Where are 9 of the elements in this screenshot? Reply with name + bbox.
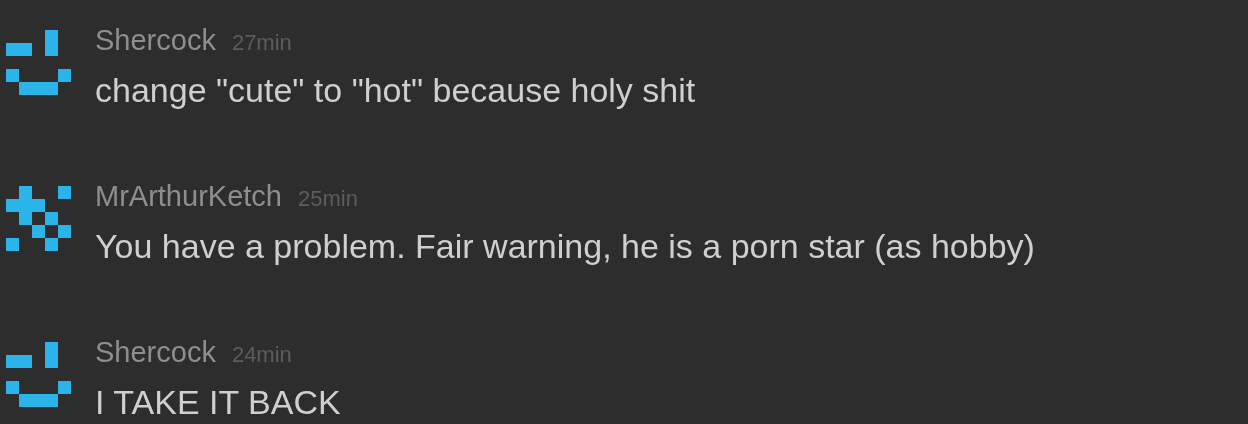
comment-text: You have a problem. Fair warning, he is a porn star (as hobby) [95, 227, 1035, 266]
pixel-avatar-icon [6, 342, 71, 407]
comment-text: I TAKE IT BACK [95, 383, 341, 422]
author-name[interactable]: Shercock [95, 336, 216, 369]
pixel-avatar-icon [6, 186, 71, 251]
author-name[interactable]: Shercock [95, 24, 216, 57]
author-name[interactable]: MrArthurKetch [95, 180, 282, 213]
comment-text: change "cute" to "hot" because holy shit [95, 71, 696, 110]
pixel-avatar-icon [6, 30, 71, 95]
